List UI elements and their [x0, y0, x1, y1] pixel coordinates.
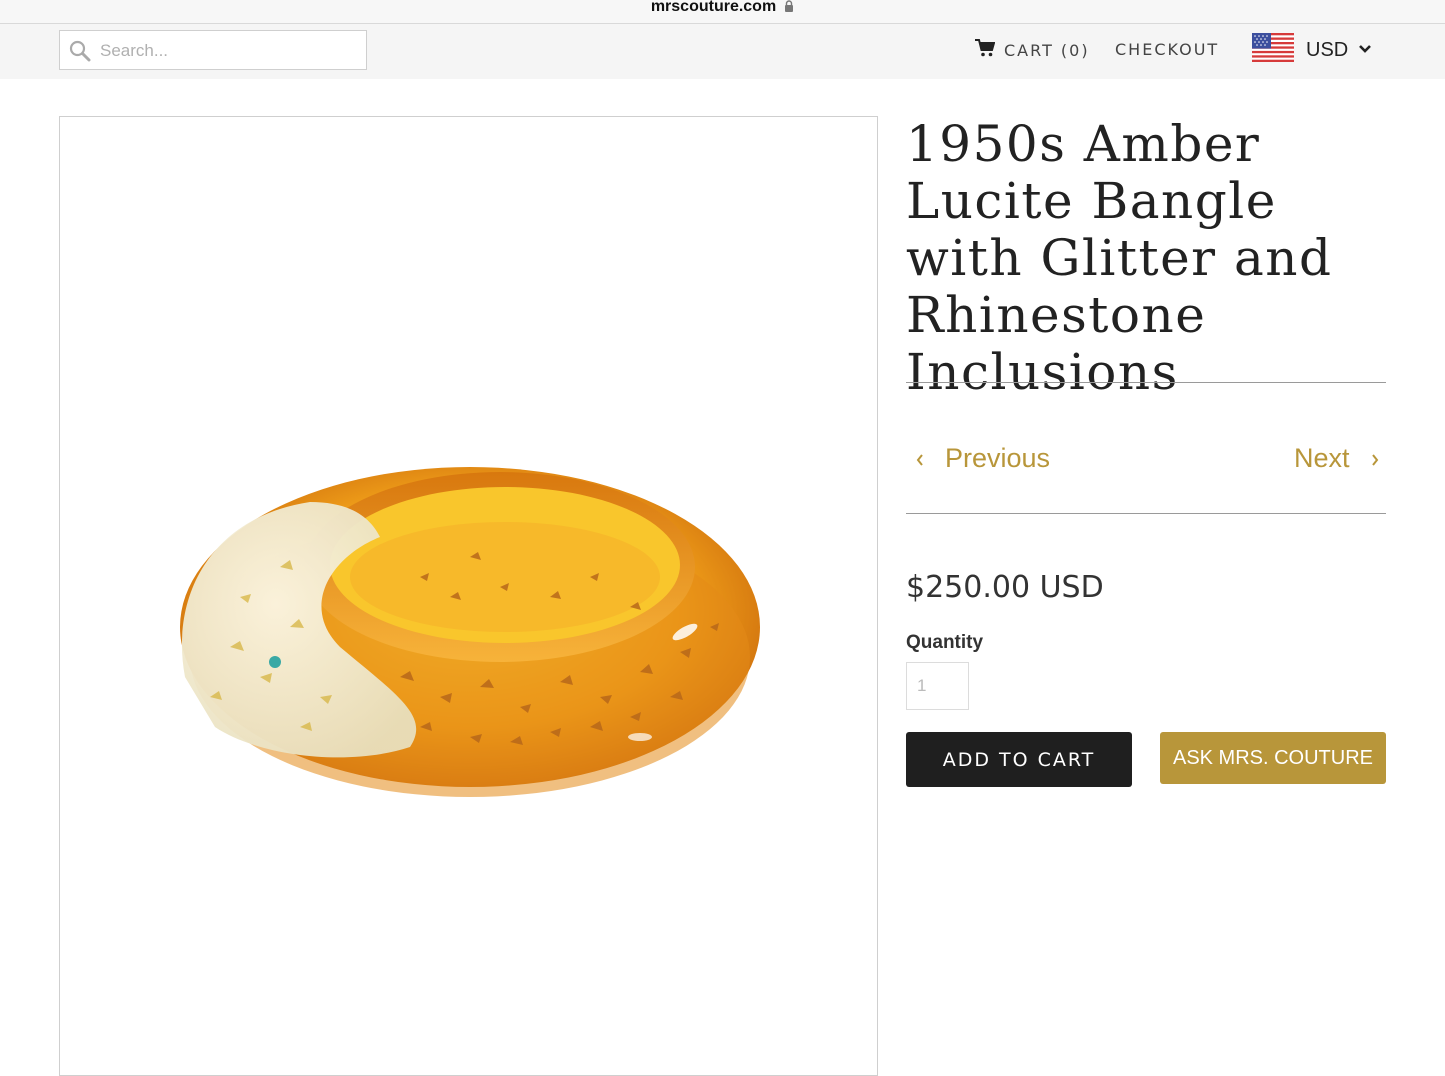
divider	[906, 382, 1386, 383]
us-flag-icon	[1252, 33, 1294, 67]
product-image-bangle	[180, 467, 760, 797]
add-to-cart-button[interactable]: ADD TO CART	[906, 732, 1132, 787]
store-header: CART (0) CHECKOUT US	[0, 24, 1445, 79]
product-image-frame[interactable]	[59, 116, 878, 1076]
chevron-down-icon	[1358, 41, 1372, 59]
browser-url-bar: mrscouture.com	[0, 0, 1445, 24]
quantity-label: Quantity	[906, 632, 984, 653]
chevron-left-icon	[915, 443, 925, 474]
lock-icon	[784, 0, 794, 18]
checkout-link[interactable]: CHECKOUT	[1115, 37, 1219, 63]
cart-label: CART (0)	[1004, 40, 1090, 60]
search-input[interactable]	[98, 31, 362, 71]
url-text[interactable]: mrscouture.com	[651, 0, 776, 16]
ask-mrs-couture-button[interactable]: ASK MRS. COUTURE	[1160, 732, 1386, 784]
chevron-right-icon	[1370, 443, 1380, 474]
divider	[906, 513, 1386, 514]
previous-product-link[interactable]: Previous	[915, 440, 1050, 476]
search-box	[59, 30, 367, 71]
quantity-input[interactable]	[906, 662, 969, 710]
search-icon[interactable]	[69, 40, 91, 67]
next-label: Next	[1294, 442, 1350, 473]
currency-code: USD	[1306, 38, 1349, 61]
cart-icon	[975, 39, 996, 61]
cart-link[interactable]: CART (0)	[975, 37, 1090, 63]
currency-selector[interactable]: USD	[1252, 33, 1372, 67]
next-product-link[interactable]: Next	[1294, 440, 1380, 476]
product-price: $250.00 USD	[906, 570, 1104, 605]
product-title: 1950s Amber Lucite Bangle with Glitter a…	[906, 115, 1333, 401]
previous-label: Previous	[945, 442, 1051, 473]
